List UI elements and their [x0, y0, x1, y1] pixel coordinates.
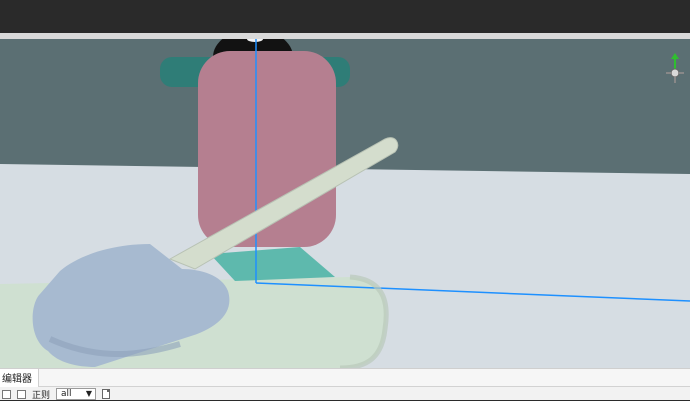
panel-tab[interactable]: 编辑器 [0, 368, 39, 387]
left-checkbox[interactable] [2, 389, 11, 399]
panel-tab-label: 编辑器 [2, 374, 32, 385]
filter-select-value: all [61, 389, 72, 399]
top-toolbar [0, 0, 690, 33]
filter-select[interactable]: all ▼ [56, 388, 97, 400]
panel-header: 编辑器 [0, 368, 690, 387]
axis-gizmo-icon[interactable] [664, 53, 686, 87]
chevron-down-icon: ▼ [85, 389, 93, 398]
regex-label: 正则 [32, 390, 51, 401]
bottom-panel: 编辑器 正则 all ▼ [0, 368, 690, 401]
scene-canvas [0, 39, 690, 368]
document-icon[interactable] [102, 389, 111, 399]
regex-checkbox[interactable] [17, 389, 26, 399]
filter-row: 正则 all ▼ [0, 387, 690, 401]
scene-viewport[interactable] [0, 39, 690, 368]
